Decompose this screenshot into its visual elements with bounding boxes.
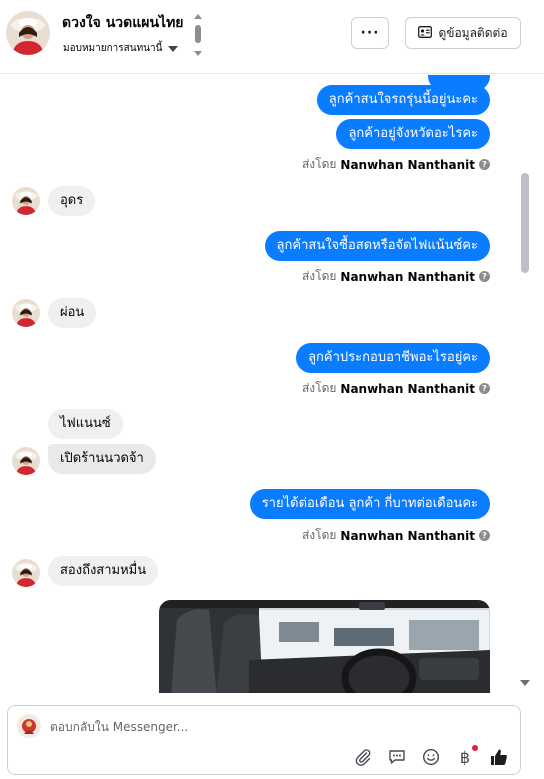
message-outgoing[interactable]: ลูกค้าประกอบอาชีพอะไรอยู่คะ: [296, 343, 490, 373]
sender-avatar[interactable]: [12, 187, 40, 215]
message-incoming[interactable]: อุดร: [48, 186, 96, 216]
attachment-paperclip-icon[interactable]: [352, 746, 374, 768]
payment-baht-icon[interactable]: ฿: [454, 745, 478, 768]
message-thread[interactable]: ลูกค้าสนใจรถรุ่นนี้อยู่นะคะ ลูกค้าอยู่จั…: [0, 75, 544, 693]
page-avatar: [17, 714, 41, 738]
message-incoming[interactable]: เปิดร้านนวดจ้า: [48, 444, 156, 474]
reply-input[interactable]: [50, 717, 450, 737]
thread-scrollbar[interactable]: [518, 75, 532, 693]
header-scroll-control[interactable]: [192, 12, 204, 58]
sender-avatar[interactable]: [12, 447, 40, 475]
scrollbar-thumb[interactable]: [521, 173, 529, 273]
message-outgoing[interactable]: รายได้ต่อเดือน ลูกค้า กี่บาทต่อเดือนคะ: [249, 489, 490, 519]
assign-conversation-dropdown[interactable]: มอบหมายการสนทนานี้: [63, 41, 179, 56]
reply-composer: ฿: [7, 705, 521, 775]
attached-photo-car-interior[interactable]: [159, 600, 490, 693]
saved-replies-icon[interactable]: [386, 746, 408, 768]
contact-name[interactable]: ดวงใจ นวดแผนไทย: [62, 12, 184, 34]
thumbs-up-like-icon[interactable]: [488, 746, 510, 768]
help-icon[interactable]: ?: [479, 271, 490, 282]
message-incoming[interactable]: ผ่อน: [48, 298, 97, 328]
caret-down-icon: [168, 45, 179, 52]
message-outgoing[interactable]: ลูกค้าอยู่จังหวัดอะไรคะ: [336, 119, 490, 149]
assign-label: มอบหมายการสนทนานี้: [63, 43, 163, 54]
view-contact-button[interactable]: ดูข้อมูลติดต่อ: [405, 17, 521, 49]
emoji-icon[interactable]: [420, 746, 442, 768]
help-icon[interactable]: ?: [479, 530, 490, 541]
scroll-down-arrow-icon[interactable]: [520, 680, 530, 686]
message-incoming[interactable]: สองถึงสามหมื่น: [48, 556, 159, 586]
sent-by-label: ส่งโดย Nanwhan Nanthanit ?: [302, 267, 490, 286]
sender-avatar[interactable]: [12, 299, 40, 327]
message-incoming[interactable]: ไฟแนนซ์: [48, 409, 123, 439]
help-icon[interactable]: ?: [479, 159, 490, 170]
message-outgoing[interactable]: ลูกค้าสนใจซื้อสดหรือจัดไฟแน้นซ์คะ: [264, 231, 490, 261]
contact-card-icon: [418, 25, 433, 41]
contact-button-label: ดูข้อมูลติดต่อ: [438, 25, 508, 40]
contact-avatar[interactable]: [6, 11, 50, 55]
help-icon[interactable]: ?: [479, 383, 490, 394]
more-options-button[interactable]: ···: [351, 17, 389, 49]
notification-dot: [472, 745, 478, 751]
sent-by-label: ส่งโดย Nanwhan Nanthanit ?: [302, 155, 490, 174]
sent-by-label: ส่งโดย Nanwhan Nanthanit ?: [302, 526, 490, 545]
composer-toolbar: ฿: [352, 745, 510, 768]
sent-by-label: ส่งโดย Nanwhan Nanthanit ?: [302, 379, 490, 398]
conversation-header: ดวงใจ นวดแผนไทย มอบหมายการสนทนานี้ ··· ด…: [0, 0, 544, 74]
sender-avatar[interactable]: [12, 559, 40, 587]
message-outgoing[interactable]: ลูกค้าสนใจรถรุ่นนี้อยู่นะคะ: [316, 85, 490, 115]
